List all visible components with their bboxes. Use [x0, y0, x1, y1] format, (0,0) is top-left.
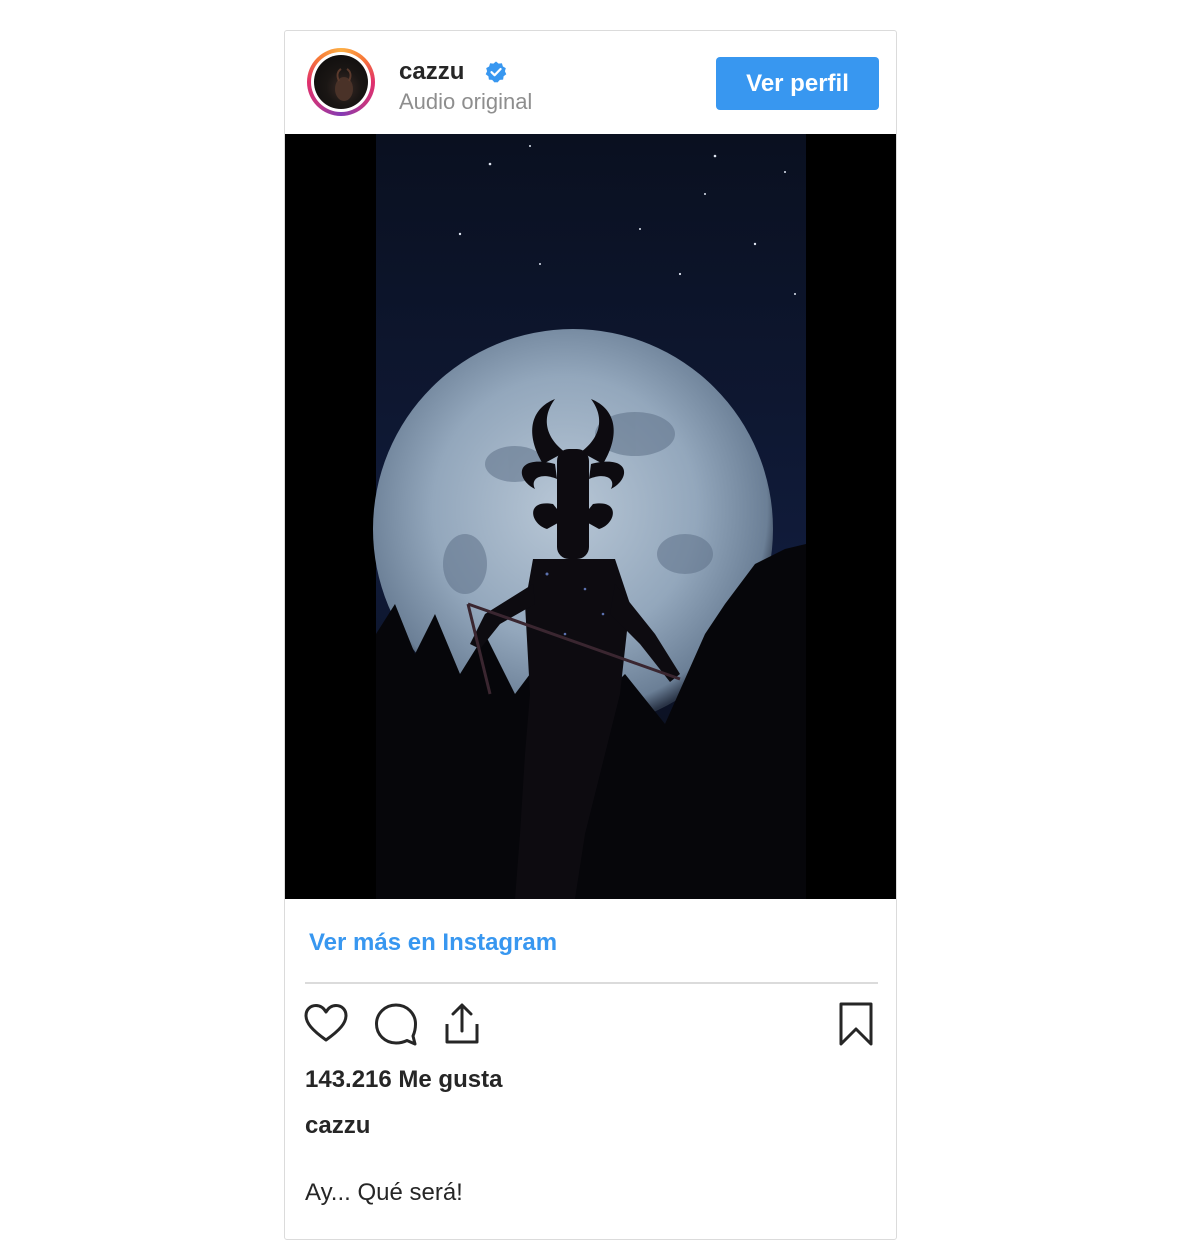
- verified-badge-icon: [485, 61, 507, 83]
- comment-icon[interactable]: [373, 1001, 419, 1047]
- instagram-embed-card: cazzu Audio original Ver perfil Ver más …: [284, 30, 897, 1240]
- divider: [305, 982, 878, 984]
- avatar-image: [314, 55, 368, 109]
- username[interactable]: cazzu: [399, 57, 464, 87]
- share-icon[interactable]: [439, 1001, 485, 1047]
- view-profile-button[interactable]: Ver perfil: [716, 57, 879, 110]
- heart-icon[interactable]: [303, 1001, 349, 1047]
- avatar[interactable]: [307, 48, 375, 116]
- video-frame: [285, 134, 896, 899]
- bookmark-icon[interactable]: [833, 1001, 879, 1047]
- audio-subtitle[interactable]: Audio original: [399, 89, 532, 115]
- post-header: cazzu Audio original Ver perfil: [285, 31, 896, 134]
- likes-count[interactable]: 143.216 Me gusta: [305, 1065, 502, 1095]
- avatar-border: [311, 52, 371, 112]
- post-video[interactable]: [285, 134, 896, 899]
- caption-username[interactable]: cazzu: [305, 1111, 370, 1141]
- caption-text: Ay... Qué será!: [305, 1179, 463, 1206]
- view-more-on-instagram-link[interactable]: Ver más en Instagram: [309, 928, 557, 958]
